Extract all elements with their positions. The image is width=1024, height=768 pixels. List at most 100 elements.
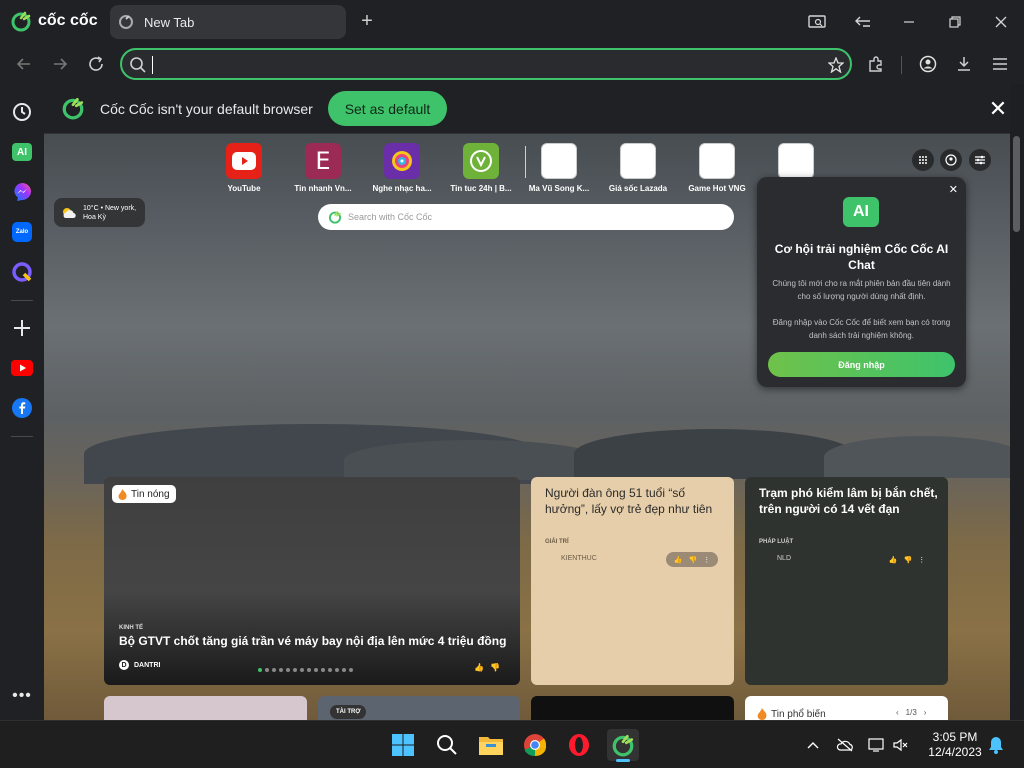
news-card[interactable]: Trạm phó kiểm lâm bị bắn chết, trên ngườ…: [745, 477, 948, 685]
hamburger-menu-icon: [993, 58, 1007, 70]
search-box[interactable]: Search with Cốc Cốc: [318, 204, 734, 230]
opera-button[interactable]: [563, 729, 595, 761]
restore-button[interactable]: [941, 8, 969, 36]
carousel-dot[interactable]: [321, 668, 325, 672]
weather-widget[interactable]: 10°C • New york, Hoa Kỳ: [54, 198, 145, 227]
extensions-button[interactable]: [863, 51, 889, 77]
speed-dial-item[interactable]: Ma Vũ Song K...: [519, 143, 599, 193]
carousel-dot[interactable]: [307, 668, 311, 672]
carousel-dot[interactable]: [300, 668, 304, 672]
background-mountain: [574, 429, 854, 479]
thumbs-down-icon[interactable]: 👎: [689, 556, 698, 564]
more-options-icon[interactable]: ⋮: [703, 556, 710, 564]
blank-page-icon: [541, 143, 577, 179]
sponsored-card[interactable]: TÀI TRỢ: [318, 696, 520, 720]
speed-dial-item[interactable]: Game Hot VNG: [677, 143, 757, 193]
infobar-close-button[interactable]: ✕: [986, 97, 1010, 121]
carousel-dot[interactable]: [293, 668, 297, 672]
speed-dial-item[interactable]: YouTube: [204, 143, 284, 193]
speed-dial-item[interactable]: Giá sốc Lazada: [598, 143, 678, 193]
tab-new-tab[interactable]: New Tab: [110, 5, 346, 39]
thumbs-up-icon[interactable]: 👍: [474, 663, 484, 672]
popular-news-card[interactable]: Tin phổ biến ‹ 1/3 ›: [745, 696, 948, 720]
news-card-featured[interactable]: Tin nóng KINH TẾ Bộ GTVT chốt tăng giá t…: [104, 477, 520, 685]
more-options-icon[interactable]: ⋮: [918, 556, 925, 564]
sidebar-more-button[interactable]: •••: [10, 684, 34, 708]
ai-chat-button[interactable]: AI: [10, 140, 34, 164]
news-card[interactable]: [531, 696, 734, 720]
cloud-status-icon[interactable]: [835, 735, 855, 755]
speed-dial-item[interactable]: Tin tuc 24h | B...: [441, 143, 521, 193]
news-headline[interactable]: Bộ GTVT chốt tăng giá trần vé máy bay nộ…: [119, 634, 514, 648]
q-app-button[interactable]: [10, 260, 34, 284]
carousel-dot[interactable]: [279, 668, 283, 672]
start-button[interactable]: [387, 729, 419, 761]
carousel-dot[interactable]: [335, 668, 339, 672]
chrome-button[interactable]: [519, 729, 551, 761]
notifications-icon[interactable]: [986, 735, 1006, 755]
news-card[interactable]: [104, 696, 307, 720]
thumbs-down-icon[interactable]: 👎: [490, 663, 500, 672]
minimize-button[interactable]: [895, 8, 923, 36]
screen-search-icon[interactable]: [803, 8, 831, 36]
youtube-sidebar-button[interactable]: [10, 356, 34, 380]
thumbs-up-icon[interactable]: 👍: [674, 556, 683, 564]
system-clock[interactable]: 3:05 PM 12/4/2023: [920, 730, 990, 760]
thumbs-down-icon[interactable]: 👎: [904, 556, 913, 564]
close-window-button[interactable]: [987, 8, 1015, 36]
carousel-dot[interactable]: [265, 668, 269, 672]
speed-dial-item[interactable]: Nghe nhạc ha...: [362, 143, 442, 193]
file-explorer-button[interactable]: [475, 729, 507, 761]
carousel-dot[interactable]: [349, 668, 353, 672]
menu-button[interactable]: [987, 51, 1013, 77]
network-icon[interactable]: [867, 735, 887, 755]
news-title[interactable]: Trạm phó kiểm lâm bị bắn chết, trên ngườ…: [759, 485, 939, 517]
new-tab-button[interactable]: +: [356, 10, 378, 32]
reload-button[interactable]: [83, 51, 109, 77]
close-icon[interactable]: ✕: [949, 183, 958, 196]
carousel-dot[interactable]: [328, 668, 332, 672]
address-input[interactable]: [152, 54, 812, 74]
facebook-sidebar-button[interactable]: [10, 396, 34, 420]
news-title[interactable]: Người đàn ông 51 tuổi “số hưởng”, lấy vợ…: [545, 485, 725, 517]
coccoc-taskbar-button[interactable]: [607, 729, 639, 762]
back-arrow-list-icon[interactable]: [849, 8, 877, 36]
messenger-button[interactable]: [10, 180, 34, 204]
carousel-dot[interactable]: [342, 668, 346, 672]
downloads-button[interactable]: [951, 51, 977, 77]
page-scrollbar[interactable]: [1010, 84, 1024, 720]
show-hidden-icons-button[interactable]: [803, 735, 823, 755]
address-bar[interactable]: [120, 48, 852, 80]
bookmark-star-icon[interactable]: [828, 57, 844, 73]
cloud-sun-icon: [63, 207, 76, 218]
carousel-dots[interactable]: [258, 668, 353, 672]
carousel-dot[interactable]: [258, 668, 262, 672]
volume-muted-icon[interactable]: [891, 735, 911, 755]
carousel-dot[interactable]: [286, 668, 290, 672]
account-button[interactable]: [940, 149, 962, 171]
zalo-button[interactable]: Zalo: [10, 220, 34, 244]
login-button[interactable]: Đăng nhập: [768, 352, 955, 377]
history-button[interactable]: [10, 100, 34, 124]
profile-button[interactable]: [915, 51, 941, 77]
coccoc-logo[interactable]: cốc cốc: [10, 10, 98, 32]
background-mountain: [344, 440, 604, 480]
customize-button[interactable]: [969, 149, 991, 171]
apps-grid-button[interactable]: [912, 149, 934, 171]
news-card[interactable]: Người đàn ông 51 tuổi “số hưởng”, lấy vợ…: [531, 477, 734, 685]
account-icon: [919, 55, 937, 73]
next-arrow-icon[interactable]: ›: [924, 708, 927, 717]
set-as-default-button[interactable]: Set as default: [328, 91, 447, 126]
carousel-dot[interactable]: [314, 668, 318, 672]
download-icon: [958, 57, 970, 71]
forward-button[interactable]: [47, 51, 73, 77]
scrollbar-thumb[interactable]: [1013, 136, 1020, 232]
carousel-dot[interactable]: [272, 668, 276, 672]
infobar-message: Cốc Cốc isn't your default browser: [100, 101, 313, 117]
prev-arrow-icon[interactable]: ‹: [896, 708, 899, 717]
taskbar-search-button[interactable]: [431, 729, 463, 761]
back-button[interactable]: [11, 51, 37, 77]
add-sidebar-app-button[interactable]: [10, 316, 34, 340]
speed-dial-item[interactable]: E Tin nhanh Vn...: [283, 143, 363, 193]
thumbs-up-icon[interactable]: 👍: [889, 556, 898, 564]
